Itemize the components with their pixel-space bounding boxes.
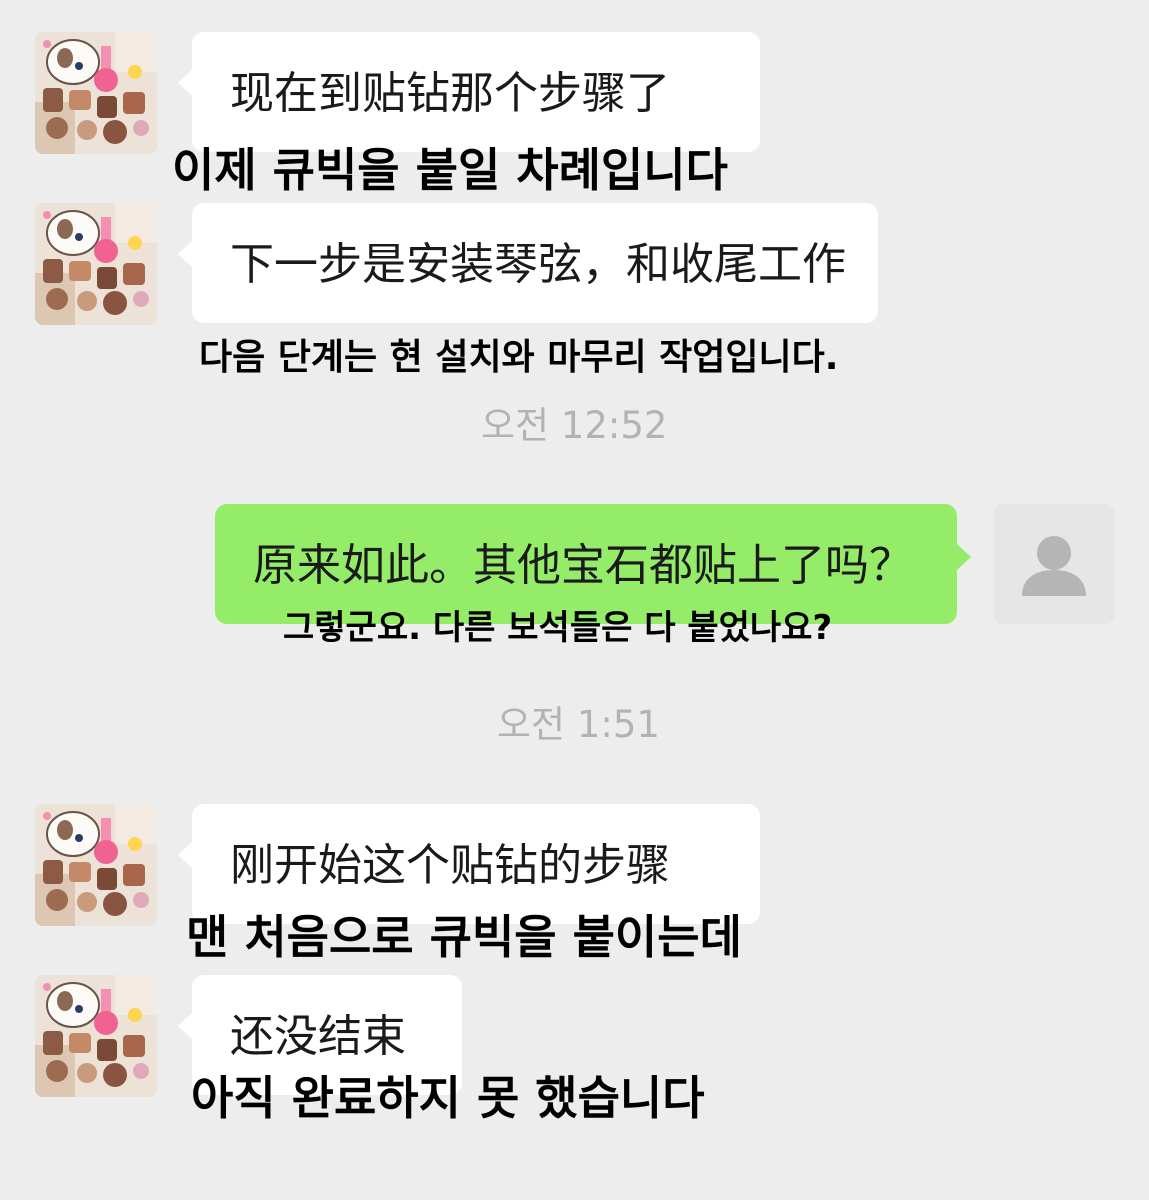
translation-caption: 다음 단계는 현 설치와 마무리 작업입니다. [199, 337, 839, 378]
translation-caption: 그렇군요. 다른 보석들은 다 붙었나요? [283, 608, 833, 648]
cat-avatar-icon [35, 32, 157, 154]
cat-avatar-icon [35, 804, 157, 926]
message-text: 刚开始这个贴钻的步骤 [230, 840, 670, 891]
translation-caption: 아직 완료하지 못 했습니다 [191, 1071, 705, 1125]
avatar[interactable] [35, 32, 157, 154]
cat-avatar-icon [35, 203, 157, 325]
cat-avatar-icon [35, 975, 157, 1097]
person-icon [1022, 536, 1086, 596]
message-bubble[interactable]: 现在到贴钻那个步骤了 [178, 32, 760, 152]
avatar[interactable] [35, 804, 157, 926]
message-bubble[interactable]: 原来如此。其他宝石都贴上了吗？ [215, 504, 971, 624]
timestamp: 오전 1:51 [497, 703, 660, 746]
translation-caption: 이제 큐빅을 붙일 차례입니다 [172, 143, 728, 197]
message-text: 还没结束 [230, 1011, 406, 1062]
timestamp: 오전 12:52 [481, 404, 668, 447]
avatar[interactable] [35, 975, 157, 1097]
my-avatar[interactable] [994, 504, 1114, 624]
message-bubble[interactable]: 下一步是安装琴弦，和收尾工作 [178, 203, 878, 323]
message-text: 现在到贴钻那个步骤了 [230, 68, 670, 119]
message-text: 下一步是安装琴弦，和收尾工作 [230, 239, 846, 290]
avatar[interactable] [35, 203, 157, 325]
translation-caption: 맨 처음으로 큐빅을 붙이는데 [186, 910, 742, 964]
message-text: 原来如此。其他宝石都贴上了吗？ [253, 540, 913, 591]
message-bubble[interactable]: 刚开始这个贴钻的步骤 [178, 804, 760, 924]
